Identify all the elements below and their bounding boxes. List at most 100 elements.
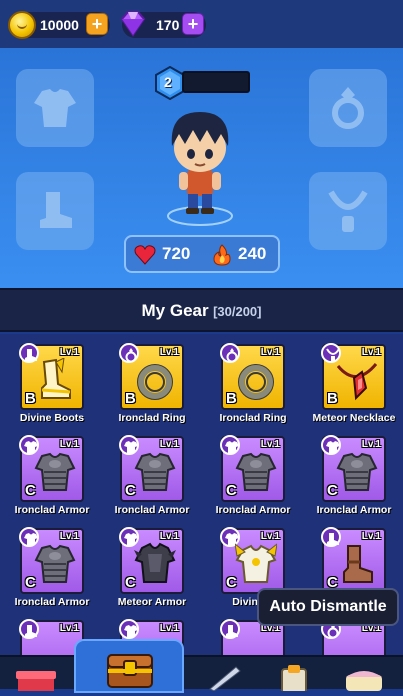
- boots-category-icon: [220, 619, 240, 639]
- gear-grade: C: [226, 574, 237, 591]
- gear-item[interactable]: Lv.1 B Meteor Necklace: [302, 334, 402, 426]
- gear-name: Meteor Armor: [117, 596, 187, 608]
- gear-card[interactable]: Lv.1 C: [321, 527, 386, 594]
- gear-level: Lv.1: [59, 439, 79, 450]
- clipboard-icon: [281, 665, 307, 694]
- boots-slot[interactable]: [16, 172, 94, 250]
- gear-level: Lv.1: [361, 347, 381, 358]
- cake-icon: [346, 671, 382, 691]
- gear-item[interactable]: Lv.1 C Ironclad Armor: [302, 426, 402, 518]
- gear-level: Lv.1: [59, 531, 79, 542]
- gear-level: Lv.1: [260, 347, 280, 358]
- attack-fire-icon: [213, 244, 231, 266]
- gear-level: Lv.1: [159, 347, 179, 358]
- gear-grade: C: [125, 574, 136, 591]
- gear-grade: B: [25, 390, 36, 407]
- add-gems-button[interactable]: +: [182, 13, 204, 35]
- gear-item[interactable]: Lv.1 C Ironclad Armor: [201, 426, 301, 518]
- top-bar: 10000 + 170 +: [0, 0, 403, 48]
- gear-item[interactable]: Lv.1 B Ironclad Ring: [201, 334, 301, 426]
- gear-level: Lv.1: [159, 623, 179, 634]
- gear-card[interactable]: Lv.1 B: [321, 343, 386, 410]
- gear-item[interactable]: Lv.1 C Meteor Armor: [100, 518, 200, 610]
- gear-name: Ironclad Ring: [118, 412, 186, 424]
- armor-gear-icon: [34, 542, 76, 591]
- gear-grid: Lv.1 B Divine Boots Lv.1 B Ironclad Ring Lv.1 B…: [0, 334, 403, 689]
- gear-grade: C: [25, 574, 36, 591]
- gear-name: Ironclad Armor: [14, 504, 90, 516]
- sword-icon: [209, 666, 241, 692]
- gear-grade: C: [125, 482, 136, 499]
- gear-grade: B: [327, 390, 338, 407]
- necklace-gear-icon: [336, 358, 378, 407]
- tab-shop[interactable]: [8, 659, 68, 691]
- tab-events[interactable]: [336, 659, 396, 691]
- hero-level: 2: [164, 74, 172, 90]
- gear-card[interactable]: Lv.1 C: [19, 527, 84, 594]
- gear-name: Ironclad Ring: [219, 412, 287, 424]
- coin-counter: 10000 +: [8, 11, 110, 39]
- hp-value: 720: [162, 244, 191, 263]
- gear-header: My Gear [30/200]: [0, 288, 403, 332]
- armor-gear-icon: [235, 450, 277, 499]
- gear-level: Lv.1: [361, 531, 381, 542]
- gear-card[interactable]: Lv.1 B: [220, 343, 285, 410]
- coin-icon: [8, 11, 36, 39]
- tab-gear[interactable]: [74, 639, 184, 693]
- gear-card[interactable]: Lv.1 C: [119, 435, 184, 502]
- gear-level: Lv.1: [159, 439, 179, 450]
- gear-count: [30/200]: [213, 304, 262, 319]
- xp-bar: [182, 71, 250, 93]
- gear-title: My Gear: [141, 301, 209, 320]
- gear-item[interactable]: Lv.1 C Ironclad Armor: [0, 518, 100, 610]
- hero-character[interactable]: [155, 104, 245, 229]
- hero-stats: 720 240: [124, 235, 280, 273]
- tab-battle[interactable]: [196, 659, 256, 692]
- gear-card[interactable]: Lv.1 C: [220, 435, 285, 502]
- white-armor-gear-icon: [234, 542, 278, 591]
- armor-gear-icon: [336, 450, 378, 499]
- gear-card[interactable]: Lv.1 B: [119, 343, 184, 410]
- gear-level: Lv.1: [159, 531, 179, 542]
- attack-value: 240: [238, 244, 267, 263]
- necklace-slot-icon: [328, 190, 368, 232]
- dark-armor-gear-icon: [134, 542, 176, 591]
- gem-counter: 170 +: [120, 11, 206, 38]
- gear-level: Lv.1: [361, 439, 381, 450]
- gear-card[interactable]: Lv.1 C: [119, 527, 184, 594]
- ring-slot[interactable]: [309, 69, 387, 147]
- gear-grade: B: [226, 390, 237, 407]
- gear-item[interactable]: Lv.1 C Ironclad Armor: [100, 426, 200, 518]
- heart-icon: [134, 245, 156, 265]
- gear-item[interactable]: Lv.1 B Ironclad Ring: [100, 334, 200, 426]
- gear-card[interactable]: Lv.1 C: [321, 435, 386, 502]
- auto-dismantle-button[interactable]: Auto Dismantle: [257, 588, 399, 626]
- gear-card[interactable]: Lv.1 B: [19, 343, 84, 410]
- boots-category-icon: [19, 619, 39, 639]
- gem-icon: [120, 11, 146, 37]
- armor-slot-icon: [34, 89, 76, 127]
- chest-icon: [107, 654, 153, 688]
- tab-quests[interactable]: [266, 659, 326, 694]
- gear-grade: B: [125, 390, 136, 407]
- shop-icon: [16, 671, 56, 691]
- coin-amount: 10000: [40, 17, 79, 33]
- ring-gear-icon: [134, 358, 176, 407]
- gear-name: Meteor Necklace: [312, 412, 396, 424]
- armor-gear-icon: [34, 450, 76, 499]
- gear-level: Lv.1: [260, 531, 280, 542]
- gear-card[interactable]: Lv.1 C: [220, 527, 285, 594]
- gear-level: Lv.1: [260, 439, 280, 450]
- armor-slot[interactable]: [16, 69, 94, 147]
- add-coins-button[interactable]: +: [86, 13, 108, 35]
- gear-grade: C: [25, 482, 36, 499]
- gear-level: Lv.1: [59, 623, 79, 634]
- gear-item[interactable]: Lv.1 C Ironclad Armor: [0, 426, 100, 518]
- gear-name: Ironclad Armor: [215, 504, 291, 516]
- gear-grade: C: [226, 482, 237, 499]
- gear-item[interactable]: Lv.1 B Divine Boots: [0, 334, 100, 426]
- armor-gear-icon: [134, 450, 176, 499]
- gear-card[interactable]: Lv.1 C: [19, 435, 84, 502]
- boots-brown-gear-icon: [336, 542, 378, 591]
- necklace-slot[interactable]: [309, 172, 387, 250]
